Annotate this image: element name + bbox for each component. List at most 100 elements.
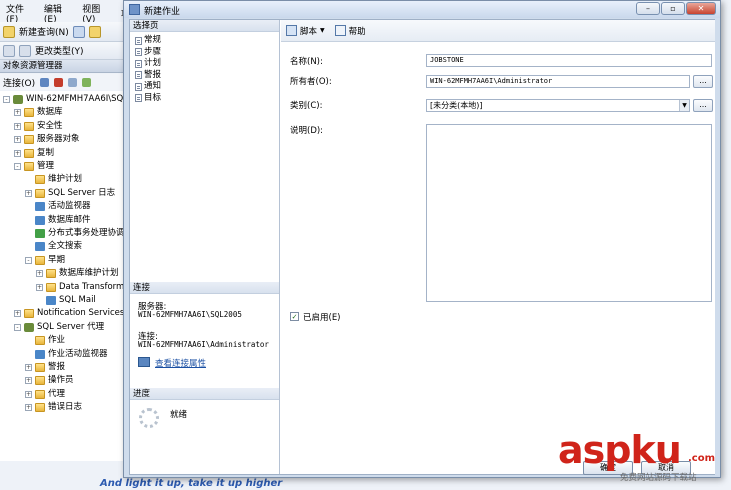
folder-icon (46, 269, 56, 279)
tree-node[interactable]: + 安全性 (14, 120, 63, 133)
expand-icon[interactable]: + (25, 189, 32, 197)
tree-node[interactable]: + 警报 (25, 361, 65, 374)
page-item[interactable]: 目标 (135, 93, 161, 104)
tree-node[interactable]: + 复制 (14, 147, 54, 160)
dialog-toolbar: 脚本 ▼ 帮助 (281, 20, 715, 42)
owner-input[interactable]: WIN-62MFMH7AA6I\Administrator (426, 75, 690, 88)
script-icon (286, 25, 297, 36)
page-item[interactable]: 通知 (135, 81, 161, 92)
expand-icon[interactable]: + (14, 122, 21, 130)
tree-node[interactable]: + SQL Server 日志 (25, 187, 115, 200)
enabled-label[interactable]: 已启用(E) (303, 311, 341, 323)
page-item[interactable]: 步骤 (135, 47, 161, 58)
page-item-label: 通知 (144, 81, 162, 91)
tree-node[interactable]: - WIN-62MFMH7AA6I\SQL2005 (3, 93, 130, 106)
refresh-icon[interactable] (82, 77, 92, 87)
expand-icon[interactable]: + (36, 283, 43, 291)
stop-icon[interactable] (54, 77, 64, 87)
object-explorer-title: 对象资源管理器 (0, 60, 130, 73)
description-label: 说明(D): (290, 126, 324, 136)
tree-node[interactable]: + 数据库 (14, 106, 63, 119)
name-input[interactable]: JOBSTONE (426, 54, 712, 67)
expand-icon[interactable]: + (25, 377, 32, 385)
folder-icon (35, 336, 45, 346)
page-item[interactable]: 常规 (135, 35, 161, 46)
expand-icon[interactable]: + (14, 136, 21, 144)
category-browse-button[interactable]: ... (693, 99, 713, 112)
tree-node[interactable]: - SQL Server 代理 (14, 321, 104, 334)
minimize-button[interactable]: – (636, 2, 660, 15)
tree-node[interactable]: + 服务器对象 (14, 133, 80, 146)
page-item[interactable]: 计划 (135, 58, 161, 69)
category-label: 类别(C): (290, 101, 323, 111)
green-icon (35, 229, 45, 238)
tree-node[interactable]: 作业 (25, 334, 65, 347)
expand-icon[interactable]: + (25, 390, 32, 398)
tree-node[interactable]: + 操作员 (25, 374, 74, 387)
tree-node-label: 维护计划 (48, 174, 83, 185)
script-label: 脚本 (300, 26, 318, 37)
expand-icon[interactable]: + (14, 109, 21, 117)
tree-node[interactable]: 全文搜索 (25, 240, 82, 253)
connection-properties-icon (138, 357, 150, 367)
tree-node[interactable]: + Notification Services (14, 307, 124, 320)
tree-node[interactable]: + Data Transformation (36, 281, 130, 294)
tree-node[interactable]: 维护计划 (25, 173, 82, 186)
toolbar-icon[interactable] (3, 44, 15, 57)
tree-node[interactable]: SQL Mail (36, 294, 96, 307)
tree-node[interactable]: 活动监视器 (25, 200, 91, 213)
open-file-icon[interactable] (72, 25, 85, 38)
tree-node[interactable]: - 管理 (14, 160, 54, 173)
tree-node[interactable]: 分布式事务处理协调器 (25, 227, 130, 240)
blue-icon (35, 215, 45, 225)
disconnect-icon[interactable] (40, 77, 50, 87)
collapse-icon[interactable]: - (3, 96, 10, 103)
connect-dropdown[interactable]: 连接(O) (3, 76, 35, 89)
tree-node[interactable]: 数据库邮件 (25, 214, 91, 227)
open-folder-icon[interactable] (88, 25, 101, 38)
change-type-button[interactable]: 更改类型(Y) (35, 44, 84, 57)
folder-icon (24, 309, 34, 319)
script-button[interactable]: 脚本 ▼ (286, 25, 325, 37)
server-value: WIN-62MFMH7AA6I\SQL2005 (138, 310, 242, 319)
new-query-icon (3, 25, 15, 38)
expand-icon[interactable]: + (36, 270, 43, 278)
folder-icon (24, 148, 34, 158)
view-connection-properties-link[interactable]: 查看连接属性 (155, 357, 206, 369)
folder-icon (24, 135, 34, 145)
dialog-titlebar[interactable]: 新建作业 – ▫ ✕ (124, 1, 720, 18)
owner-browse-button[interactable]: ... (693, 75, 713, 88)
page-item-label: 计划 (144, 58, 162, 68)
folder-icon (35, 389, 45, 399)
expand-icon[interactable]: + (14, 310, 21, 318)
tree-node[interactable]: - 早期 (25, 254, 65, 267)
page-item[interactable]: 警报 (135, 70, 161, 81)
page-icon (135, 71, 142, 79)
collapse-icon[interactable]: - (14, 163, 21, 170)
server-icon (24, 322, 34, 332)
folder-icon (35, 363, 45, 372)
expand-icon[interactable]: + (25, 364, 32, 371)
close-icon: ✕ (697, 4, 705, 13)
maximize-button[interactable]: ▫ (661, 2, 685, 15)
description-textarea[interactable] (426, 124, 712, 302)
filter-icon[interactable] (68, 77, 78, 87)
chevron-down-icon[interactable]: ▼ (679, 100, 689, 111)
minimize-icon: – (646, 4, 650, 13)
tree-node[interactable]: + 代理 (25, 388, 65, 401)
category-value: [未分类(本地)] (430, 101, 483, 110)
tree-node[interactable]: + 错误日志 (25, 401, 82, 414)
toolbar-icon[interactable] (19, 44, 31, 57)
close-button[interactable]: ✕ (686, 2, 716, 15)
expand-icon[interactable]: + (25, 404, 32, 412)
new-query-button[interactable]: 新建查询(N) (19, 25, 69, 38)
help-button[interactable]: 帮助 (334, 25, 366, 37)
tree-node[interactable]: 作业活动监视器 (25, 348, 108, 361)
enabled-checkbox[interactable]: ✓ (290, 312, 299, 321)
collapse-icon[interactable]: - (25, 256, 32, 264)
expand-icon[interactable]: + (14, 149, 21, 157)
category-select[interactable]: [未分类(本地)] ▼ (426, 99, 690, 112)
collapse-icon[interactable]: - (14, 323, 21, 331)
blue-icon (35, 242, 45, 252)
tree-node[interactable]: + 数据库维护计划 (36, 267, 119, 280)
